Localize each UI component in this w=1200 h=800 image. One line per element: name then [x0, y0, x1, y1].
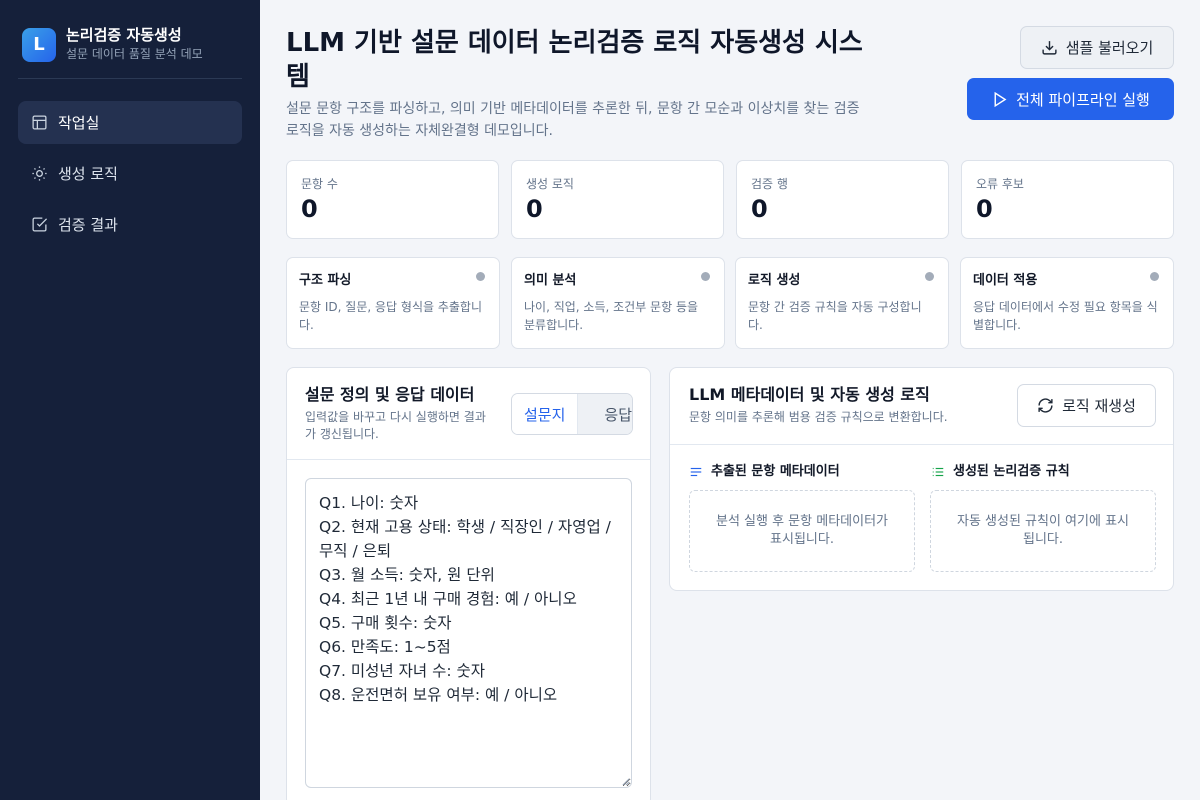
stage-title: 구조 파싱 — [299, 273, 352, 288]
status-dot — [701, 272, 710, 281]
stat-value: 0 — [976, 195, 993, 223]
rules-heading: 생성된 논리검증 규칙 — [931, 463, 1070, 481]
load-sample-button[interactable]: 샘플 불러오기 — [1020, 26, 1174, 69]
stage-description: 응답 데이터에서 수정 필요 항목을 식별합니다. — [973, 300, 1158, 332]
run-pipeline-button[interactable]: 전체 파이프라인 실행 — [967, 78, 1174, 120]
layout-icon — [30, 114, 48, 132]
sidebar-nav: 작업실 생성 로직 검증 결과 — [18, 101, 242, 254]
page-description: 설문 문항 구조를 파싱하고, 의미 기반 메타데이터를 추론한 뒤, 문항 간… — [286, 101, 860, 139]
stage-title: 로직 생성 — [748, 273, 801, 288]
run-pipeline-label: 전체 파이프라인 실행 — [1016, 90, 1150, 109]
stage-title: 데이터 적용 — [973, 273, 1038, 288]
tab-response[interactable]: 응답 — [578, 394, 632, 434]
brand-title: 논리검증 자동생성 — [66, 26, 182, 44]
stat-value: 0 — [526, 195, 543, 223]
status-dot — [925, 272, 934, 281]
sidebar-item-validation-results[interactable]: 검증 결과 — [18, 203, 242, 246]
stat-label: 생성 로직 — [526, 177, 574, 191]
refresh-icon — [1038, 398, 1053, 413]
tab-survey[interactable]: 설문지 — [512, 394, 579, 434]
page-title: LLM 기반 설문 데이터 논리검증 로직 자동생성 시스템 — [286, 28, 863, 92]
stat-card-questions: 문항 수 0 — [286, 160, 499, 239]
metadata-empty-state: 분석 실행 후 문항 메타데이터가 표시됩니다. — [689, 490, 915, 572]
survey-input-panel: 설문 정의 및 응답 데이터 입력값을 바꾸고 다시 실행하면 결과가 갱신됩니… — [286, 367, 651, 800]
stage-description: 문항 ID, 질문, 응답 형식을 추출합니다. — [299, 300, 483, 332]
sidebar: L 논리검증 자동생성 설문 데이터 품질 분석 데모 작업실 생성 로직 검증… — [0, 0, 260, 800]
status-dot — [476, 272, 485, 281]
sidebar-item-workspace[interactable]: 작업실 — [18, 101, 242, 144]
sun-icon — [30, 165, 48, 183]
metadata-heading: 추출된 문항 메타데이터 — [689, 463, 840, 481]
regenerate-logic-button[interactable]: 로직 재생성 — [1017, 384, 1156, 427]
stage-description: 나이, 직업, 소득, 조건부 문항 등을 분류합니다. — [524, 300, 699, 332]
resize-grip-icon[interactable] — [621, 777, 630, 786]
rules-empty-state: 자동 생성된 규칙이 여기에 표시됩니다. — [930, 490, 1156, 572]
status-dot — [1150, 272, 1159, 281]
stage-card-parsing: 구조 파싱 문항 ID, 질문, 응답 형식을 추출합니다. — [286, 257, 500, 349]
stage-title: 의미 분석 — [524, 273, 577, 288]
text-lines-icon — [690, 467, 702, 477]
logic-output-panel: LLM 메타데이터 및 자동 생성 로직 문항 의미를 추론해 범용 검증 규칙… — [669, 367, 1174, 591]
check-square-icon — [30, 216, 48, 234]
stage-card-apply: 데이터 적용 응답 데이터에서 수정 필요 항목을 식별합니다. — [960, 257, 1174, 349]
sidebar-divider — [18, 78, 242, 79]
load-sample-label: 샘플 불러오기 — [1065, 39, 1154, 57]
brand: L 논리검증 자동생성 설문 데이터 품질 분석 데모 — [22, 26, 203, 63]
regenerate-logic-label: 로직 재생성 — [1062, 397, 1136, 415]
list-icon — [932, 467, 944, 477]
panel-subtitle: 입력값을 바꾸고 다시 실행하면 결과가 갱신됩니다. — [305, 410, 486, 441]
panel-divider — [287, 459, 650, 460]
stat-label: 오류 후보 — [976, 177, 1024, 191]
stage-card-semantic: 의미 분석 나이, 직업, 소득, 조건부 문항 등을 분류합니다. — [511, 257, 725, 349]
play-icon — [994, 91, 1007, 107]
stage-card-logic-gen: 로직 생성 문항 간 검증 규칙을 자동 구성합니다. — [735, 257, 949, 349]
stat-value: 0 — [751, 195, 768, 223]
stat-card-errors: 오류 후보 0 — [961, 160, 1174, 239]
stat-card-rows: 검증 행 0 — [736, 160, 949, 239]
stat-label: 검증 행 — [751, 177, 788, 191]
brand-subtitle: 설문 데이터 품질 분석 데모 — [66, 47, 203, 61]
panel-subtitle: 문항 의미를 추론해 범용 검증 규칙으로 변환합니다. — [689, 410, 948, 424]
stat-value: 0 — [301, 195, 318, 223]
input-tab-switch: 설문지 응답 — [511, 393, 633, 435]
panel-title: 설문 정의 및 응답 데이터 — [305, 385, 475, 404]
stat-label: 문항 수 — [301, 177, 338, 191]
stat-card-logic: 생성 로직 0 — [511, 160, 724, 239]
sidebar-item-label: 생성 로직 — [58, 165, 118, 183]
download-icon — [1042, 41, 1057, 55]
rules-heading-label: 생성된 논리검증 규칙 — [953, 464, 1070, 479]
sidebar-item-generated-logic[interactable]: 생성 로직 — [18, 152, 242, 195]
panel-divider — [670, 444, 1173, 445]
sidebar-item-label: 검증 결과 — [58, 216, 118, 234]
survey-definition-textarea[interactable]: Q1. 나이: 숫자 Q2. 현재 고용 상태: 학생 / 직장인 / 자영업 … — [305, 478, 632, 788]
sidebar-item-label: 작업실 — [58, 114, 100, 132]
panel-title: LLM 메타데이터 및 자동 생성 로직 — [689, 385, 930, 404]
metadata-heading-label: 추출된 문항 메타데이터 — [711, 464, 840, 479]
stage-description: 문항 간 검증 규칙을 자동 구성합니다. — [748, 300, 922, 332]
brand-logo: L — [22, 27, 56, 62]
